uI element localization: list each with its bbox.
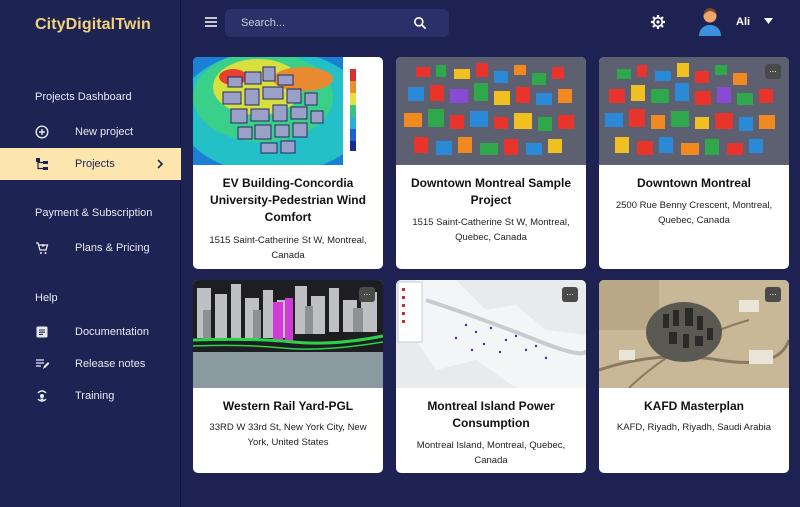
more-options-button[interactable]: ...	[765, 287, 781, 302]
sidebar-item-new-project[interactable]: New project	[0, 116, 181, 148]
project-thumbnail	[599, 280, 789, 388]
sidebar-item-label: Projects	[75, 158, 115, 170]
search-icon[interactable]	[413, 16, 427, 30]
cart-icon	[36, 242, 49, 254]
section-payment: Payment & Subscription	[35, 207, 153, 219]
project-title[interactable]: EV Building-Concordia University-Pedestr…	[201, 175, 375, 226]
search-bar	[225, 9, 449, 37]
satellite-image	[599, 280, 789, 388]
project-thumbnail	[193, 57, 383, 165]
search-input[interactable]	[241, 15, 411, 31]
user-name[interactable]: Ali	[736, 16, 750, 28]
sidebar-item-label: Plans & Pricing	[75, 242, 150, 254]
buildings-3d-image	[396, 57, 586, 165]
section-projects-dashboard: Projects Dashboard	[35, 91, 132, 103]
chevron-right-icon	[157, 159, 164, 169]
plus-circle-icon	[35, 125, 49, 139]
project-address: 2500 Rue Benny Crescent, Montreal, Quebe…	[615, 200, 773, 226]
nyc-3d-image	[193, 280, 383, 388]
project-thumbnail	[193, 280, 383, 388]
project-thumbnail	[396, 280, 586, 388]
project-title[interactable]: Montreal Island Power Consumption	[404, 398, 578, 432]
more-options-button[interactable]: ...	[359, 287, 375, 302]
project-address: KAFD, Riyadh, Riyadh, Saudi Arabia	[616, 422, 772, 433]
projects-tree-icon	[36, 158, 48, 170]
notes-edit-icon	[36, 359, 49, 369]
sidebar: CityDigitalTwin Projects Dashboard New p…	[0, 0, 181, 507]
project-card[interactable]: ... Montreal Island Power Consumption Mo…	[396, 280, 586, 473]
sidebar-item-label: Release notes	[75, 358, 146, 370]
sidebar-item-label: Documentation	[75, 326, 149, 338]
project-address: Montreal Island, Montreal, Quebec, Canad…	[416, 440, 566, 466]
project-title[interactable]: Downtown Montreal	[607, 175, 781, 192]
project-card[interactable]: Downtown Montreal Sample Project 1515 Sa…	[396, 57, 586, 269]
sidebar-item-documentation[interactable]: Documentation	[0, 316, 181, 348]
more-options-button[interactable]: ...	[765, 64, 781, 79]
sidebar-item-label: Training	[75, 390, 115, 402]
gear-icon[interactable]	[650, 14, 666, 30]
sidebar-item-label: New project	[75, 126, 134, 138]
brand-logo[interactable]: CityDigitalTwin	[35, 16, 151, 34]
buildings-3d-image	[599, 57, 789, 165]
sidebar-item-projects[interactable]: Projects	[0, 148, 181, 180]
project-title[interactable]: KAFD Masterplan	[607, 398, 781, 415]
wind-map-image	[193, 57, 383, 165]
chevron-down-icon[interactable]	[764, 18, 773, 24]
project-card[interactable]: ... Downtown Montreal 2500 Rue Benny Cre…	[599, 57, 789, 269]
sidebar-item-release-notes[interactable]: Release notes	[0, 348, 181, 380]
project-title[interactable]: Downtown Montreal Sample Project	[404, 175, 578, 209]
sidebar-item-plans-pricing[interactable]: Plans & Pricing	[0, 232, 181, 264]
project-thumbnail	[599, 57, 789, 165]
more-options-button[interactable]: ...	[562, 287, 578, 302]
project-address: 1515 Saint-Catherine St W, Montreal, Can…	[209, 235, 367, 261]
project-address: 33RD W 33rd St, New York City, New York,…	[209, 422, 367, 448]
project-thumbnail	[396, 57, 586, 165]
section-help: Help	[35, 292, 58, 304]
project-card[interactable]: ... KAFD Masterplan KAFD, Riyadh, Riyadh…	[599, 280, 789, 473]
sidebar-item-training[interactable]: Training	[0, 380, 181, 412]
avatar[interactable]	[697, 7, 723, 37]
project-address: 1515 Saint-Catherine St W, Montreal, Que…	[412, 217, 570, 243]
hamburger-menu-icon[interactable]	[204, 15, 218, 29]
document-icon	[36, 326, 48, 338]
project-card[interactable]: EV Building-Concordia University-Pedestr…	[193, 57, 383, 269]
power-map-image	[396, 280, 586, 388]
project-title[interactable]: Western Rail Yard-PGL	[201, 398, 375, 415]
training-icon	[37, 390, 47, 402]
project-card[interactable]: ... Western Rail Yard-PGL 33RD W 33rd St…	[193, 280, 383, 473]
